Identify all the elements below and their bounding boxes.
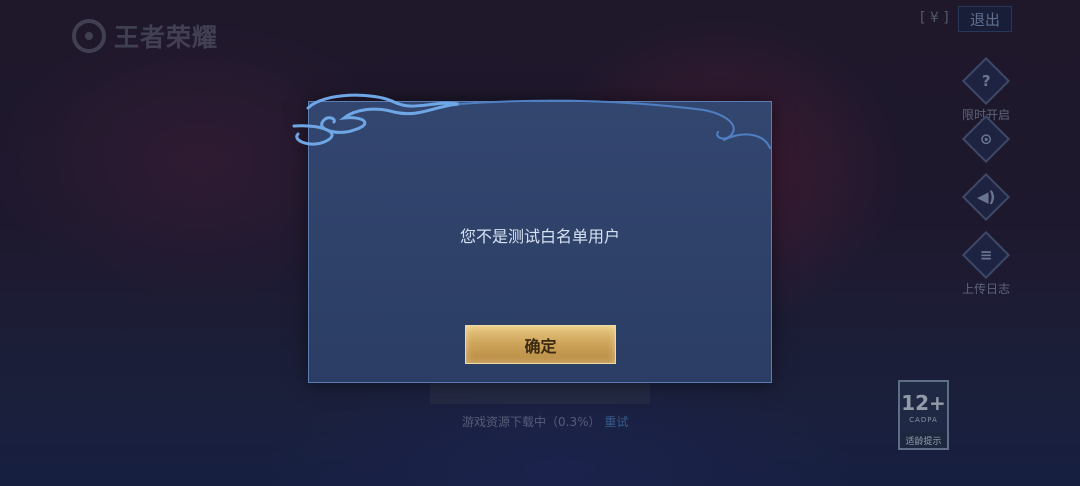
confirm-button[interactable]: 确定 bbox=[465, 325, 616, 364]
dialog-message: 您不是测试白名单用户 bbox=[459, 227, 620, 246]
login-screen: 王者荣耀 [ ¥ ] 退出 ? 限时开启 ⊙ ◀) ≡ 上传日志 游戏资源下载中… bbox=[0, 0, 1080, 486]
alert-dialog: 您不是测试白名单用户 确定 bbox=[308, 101, 772, 383]
